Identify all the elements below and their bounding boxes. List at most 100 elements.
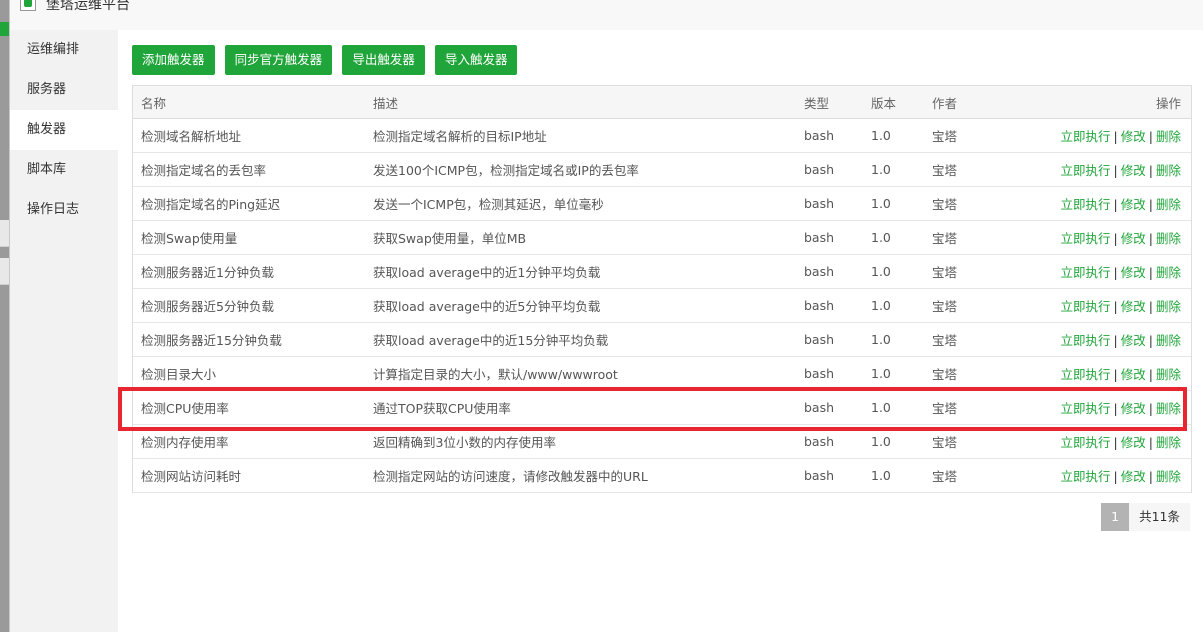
action-separator: | [1113, 367, 1118, 382]
cell-version: 1.0 [863, 458, 924, 493]
cell-actions: 立即执行 | 修改 | 删除 [984, 152, 1191, 187]
cell-desc: 获取load average中的近5分钟平均负载 [365, 288, 796, 323]
cell-name: 检测域名解析地址 [133, 118, 365, 153]
cell-type: bash [796, 118, 863, 153]
edit-link[interactable]: 修改 [1121, 163, 1146, 178]
run-now-link[interactable]: 立即执行 [1061, 163, 1111, 178]
cell-version: 1.0 [863, 424, 924, 459]
cell-type: bash [796, 424, 863, 459]
sidebar-item-logs[interactable]: 操作日志 [10, 190, 118, 230]
action-separator: | [1148, 401, 1153, 416]
edit-link[interactable]: 修改 [1121, 367, 1146, 382]
delete-link[interactable]: 删除 [1156, 265, 1181, 280]
delete-link[interactable]: 删除 [1156, 401, 1181, 416]
edit-link[interactable]: 修改 [1121, 129, 1146, 144]
run-now-link[interactable]: 立即执行 [1061, 265, 1111, 280]
table-row: 检测网站访问耗时 检测指定网站的访问速度，请修改触发器中的URL bash 1.0 宝塔… [133, 458, 1191, 493]
action-separator: | [1148, 231, 1153, 246]
edit-link[interactable]: 修改 [1121, 333, 1146, 348]
pagination: 1 共11条 [1101, 503, 1190, 531]
cell-author: 宝塔 [924, 118, 984, 153]
background-row [0, 220, 9, 247]
sidebar-item-scripts[interactable]: 脚本库 [10, 150, 118, 190]
delete-link[interactable]: 删除 [1156, 367, 1181, 382]
cell-version: 1.0 [863, 356, 924, 391]
edit-link[interactable]: 修改 [1121, 435, 1146, 450]
delete-link[interactable]: 删除 [1156, 299, 1181, 314]
cell-type: bash [796, 322, 863, 357]
page-number-button[interactable]: 1 [1101, 503, 1130, 531]
delete-link[interactable]: 删除 [1156, 333, 1181, 348]
delete-link[interactable]: 删除 [1156, 469, 1181, 484]
cell-type: bash [796, 186, 863, 221]
sidebar: 运维编排 服务器 触发器 脚本库 操作日志 [10, 30, 118, 632]
cell-desc: 发送100个ICMP包，检测指定域名或IP的丢包率 [365, 152, 796, 187]
cell-version: 1.0 [863, 254, 924, 289]
cell-name: 检测服务器近15分钟负载 [133, 322, 365, 357]
delete-link[interactable]: 删除 [1156, 435, 1181, 450]
cell-actions: 立即执行 | 修改 | 删除 [984, 458, 1191, 493]
sidebar-item-servers[interactable]: 服务器 [10, 70, 118, 110]
cell-actions: 立即执行 | 修改 | 删除 [984, 186, 1191, 221]
cell-desc: 发送一个ICMP包，检测其延迟，单位毫秒 [365, 186, 796, 221]
cell-version: 1.0 [863, 220, 924, 255]
delete-link[interactable]: 删除 [1156, 163, 1181, 178]
run-now-link[interactable]: 立即执行 [1061, 299, 1111, 314]
cell-author: 宝塔 [924, 288, 984, 323]
export-triggers-button[interactable]: 导出触发器 [342, 45, 425, 75]
table-body: 检测域名解析地址 检测指定域名解析的目标IP地址 bash 1.0 宝塔 立即执行 | 修改 |… [133, 118, 1191, 493]
cell-actions: 立即执行 | 修改 | 删除 [984, 254, 1191, 289]
action-separator: | [1113, 231, 1118, 246]
sidebar-item-triggers[interactable]: 触发器 [10, 110, 118, 150]
action-separator: | [1113, 163, 1118, 178]
cell-name: 检测服务器近1分钟负载 [133, 254, 365, 289]
edit-link[interactable]: 修改 [1121, 197, 1146, 212]
cell-version: 1.0 [863, 152, 924, 187]
delete-link[interactable]: 删除 [1156, 231, 1181, 246]
action-separator: | [1113, 129, 1118, 144]
run-now-link[interactable]: 立即执行 [1061, 469, 1111, 484]
edit-link[interactable]: 修改 [1121, 401, 1146, 416]
cell-actions: 立即执行 | 修改 | 删除 [984, 220, 1191, 255]
edit-link[interactable]: 修改 [1121, 469, 1146, 484]
cell-desc: 检测指定网站的访问速度，请修改触发器中的URL [365, 458, 796, 493]
cell-version: 1.0 [863, 322, 924, 357]
edit-link[interactable]: 修改 [1121, 299, 1146, 314]
cell-author: 宝塔 [924, 254, 984, 289]
toolbar: 添加触发器 同步官方触发器 导出触发器 导入触发器 [132, 45, 523, 75]
run-now-link[interactable]: 立即执行 [1061, 401, 1111, 416]
cell-type: bash [796, 220, 863, 255]
run-now-link[interactable]: 立即执行 [1061, 197, 1111, 212]
cell-type: bash [796, 356, 863, 391]
cell-author: 宝塔 [924, 458, 984, 493]
cell-name: 检测指定域名的Ping延迟 [133, 186, 365, 221]
action-separator: | [1113, 333, 1118, 348]
delete-link[interactable]: 删除 [1156, 197, 1181, 212]
action-separator: | [1113, 299, 1118, 314]
sync-official-triggers-button[interactable]: 同步官方触发器 [224, 45, 333, 75]
delete-link[interactable]: 删除 [1156, 129, 1181, 144]
cell-author: 宝塔 [924, 186, 984, 221]
sidebar-item-orchestration[interactable]: 运维编排 [10, 30, 118, 70]
run-now-link[interactable]: 立即执行 [1061, 333, 1111, 348]
action-separator: | [1148, 333, 1153, 348]
edit-link[interactable]: 修改 [1121, 231, 1146, 246]
cell-author: 宝塔 [924, 356, 984, 391]
run-now-link[interactable]: 立即执行 [1061, 435, 1111, 450]
import-triggers-button[interactable]: 导入触发器 [434, 45, 518, 75]
cell-name: 检测目录大小 [133, 356, 365, 391]
cell-actions: 立即执行 | 修改 | 删除 [984, 390, 1191, 425]
table-row: 检测Swap使用量 获取Swap使用量，单位MB bash 1.0 宝塔 立即执行 | 修改 |… [133, 220, 1191, 255]
cell-name: 检测Swap使用量 [133, 220, 365, 255]
cell-actions: 立即执行 | 修改 | 删除 [984, 288, 1191, 323]
table-row: 检测服务器近1分钟负载 获取load average中的近1分钟平均负载 bash 1… [133, 254, 1191, 289]
cell-type: bash [796, 458, 863, 493]
run-now-link[interactable]: 立即执行 [1061, 367, 1111, 382]
cell-desc: 返回精确到3位小数的内存使用率 [365, 424, 796, 459]
edit-link[interactable]: 修改 [1121, 265, 1146, 280]
add-trigger-button[interactable]: 添加触发器 [132, 45, 215, 75]
cell-type: bash [796, 288, 863, 323]
run-now-link[interactable]: 立即执行 [1061, 129, 1111, 144]
total-count: 共11条 [1129, 503, 1190, 531]
run-now-link[interactable]: 立即执行 [1061, 231, 1111, 246]
